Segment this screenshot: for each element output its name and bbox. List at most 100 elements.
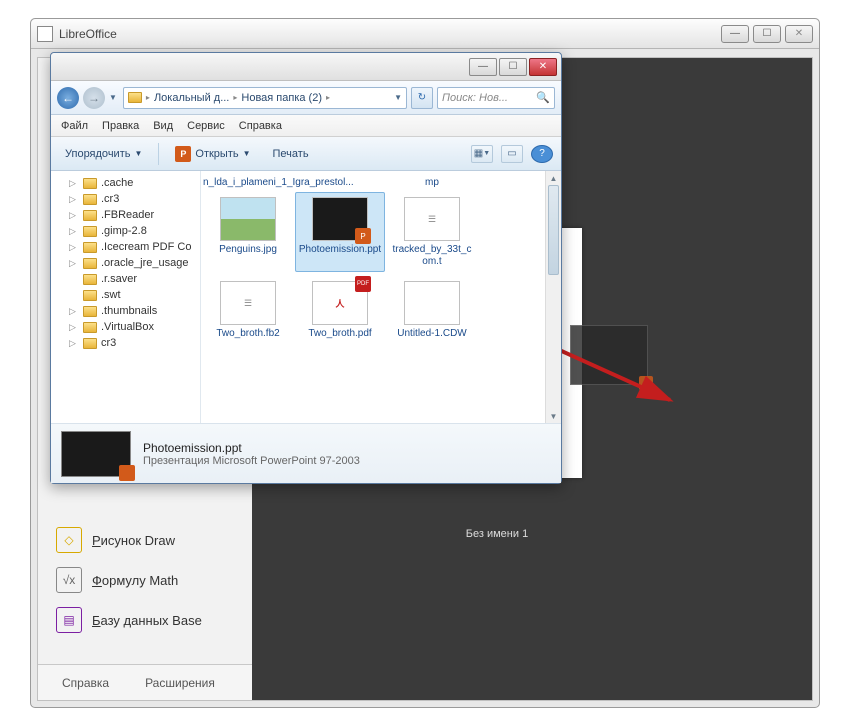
scrollbar-thumb[interactable] (548, 185, 559, 275)
help-link[interactable]: Справка (62, 676, 109, 690)
explorer-close-button[interactable]: ✕ (529, 58, 557, 76)
tree-item[interactable]: ▷.Icecream PDF Co (51, 239, 200, 255)
drag-ghost-preview (570, 325, 648, 385)
draw-icon: ◇ (56, 527, 82, 553)
address-dropdown[interactable]: ▼ (394, 93, 402, 102)
math-icon: √x (56, 567, 82, 593)
tree-item[interactable]: ▷.FBReader (51, 207, 200, 223)
libreoffice-titlebar[interactable]: LibreOffice — ☐ ✕ (31, 19, 819, 49)
nav-back-button[interactable]: ← (57, 87, 79, 109)
tree-item[interactable]: .swt (51, 287, 200, 303)
file-item[interactable]: ☰ Two_broth.fb2 (203, 276, 293, 345)
tree-item[interactable]: ▷.oracle_jre_usage (51, 255, 200, 271)
text-thumb-icon: ☰ (220, 281, 276, 325)
details-filetype: Презентация Microsoft PowerPoint 97-2003 (143, 455, 360, 467)
search-box[interactable]: Поиск: Нов... 🔍 (437, 87, 555, 109)
tree-item[interactable]: ▷.gimp-2.8 (51, 223, 200, 239)
folder-icon (83, 338, 97, 349)
expand-icon[interactable]: ▷ (69, 338, 79, 349)
open-button[interactable]: P Открыть▼ (169, 143, 256, 165)
expand-icon[interactable]: ▷ (69, 210, 79, 221)
file-item[interactable]: Untitled-1.CDW (387, 276, 477, 345)
lo-close-button[interactable]: ✕ (785, 25, 813, 43)
lo-minimize-button[interactable]: — (721, 25, 749, 43)
tree-item[interactable]: ▷.cr3 (51, 191, 200, 207)
refresh-button[interactable]: ↻ (411, 87, 433, 109)
toolbar-separator (158, 143, 159, 165)
organize-button[interactable]: Упорядочить▼ (59, 145, 148, 163)
details-thumbnail (61, 431, 131, 477)
explorer-nav: ← → ▼ ▸ Локальный д... ▸ Новая папка (2)… (51, 81, 561, 115)
expand-icon[interactable]: ▷ (69, 178, 79, 189)
explorer-menu-bar: Файл Правка Вид Сервис Справка (51, 115, 561, 137)
breadcrumb-seg[interactable]: Новая папка (2) (241, 92, 322, 104)
menu-edit[interactable]: Правка (102, 120, 139, 132)
expand-icon[interactable]: ▷ (69, 194, 79, 205)
libreoffice-title: LibreOffice (59, 27, 721, 41)
scroll-up-arrow[interactable]: ▲ (546, 171, 561, 185)
chevron-down-icon: ▼ (243, 149, 251, 158)
file-name-partial[interactable]: mp (387, 177, 477, 188)
explorer-minimize-button[interactable]: — (469, 58, 497, 76)
lo-maximize-button[interactable]: ☐ (753, 25, 781, 43)
tree-item[interactable]: ▷.VirtualBox (51, 319, 200, 335)
chevron-down-icon: ▼ (134, 149, 142, 158)
start-item-base[interactable]: ▤ Базу данных Base (56, 600, 246, 640)
folder-tree[interactable]: ▷.cache ▷.cr3 ▷.FBReader ▷.gimp-2.8 ▷.Ic… (51, 171, 201, 423)
expand-icon[interactable]: ▷ (69, 242, 79, 253)
tree-item[interactable]: ▷cr3 (51, 335, 200, 351)
file-name-partial[interactable]: n_lda_i_plameni_1_Igra_prestol... (203, 177, 293, 188)
expand-icon[interactable]: ▷ (69, 226, 79, 237)
details-pane: Photoemission.ppt Презентация Microsoft … (51, 423, 561, 483)
view-options-button[interactable]: ▦ ▼ (471, 145, 493, 163)
menu-service[interactable]: Сервис (187, 120, 225, 132)
breadcrumb-sep: ▸ (233, 93, 237, 102)
expand-icon[interactable]: ▷ (69, 258, 79, 269)
print-button[interactable]: Печать (267, 145, 315, 163)
file-item-selected[interactable]: P Photoemission.ppt (295, 192, 385, 272)
folder-icon (83, 274, 97, 285)
expand-icon[interactable]: ▷ (69, 322, 79, 333)
tree-item[interactable]: .r.saver (51, 271, 200, 287)
recent-doc-label: Без имени 1 (412, 528, 582, 540)
file-item[interactable]: Penguins.jpg (203, 192, 293, 272)
start-item-label: Рисунок Draw (92, 533, 175, 548)
help-button[interactable]: ? (531, 145, 553, 163)
folder-icon (83, 210, 97, 221)
preview-pane-button[interactable]: ▭ (501, 145, 523, 163)
start-item-draw[interactable]: ◇ Рисунок Draw (56, 520, 246, 560)
menu-view[interactable]: Вид (153, 120, 173, 132)
folder-icon (83, 322, 97, 333)
breadcrumb-sep: ▸ (146, 93, 150, 102)
file-list[interactable]: n_lda_i_plameni_1_Igra_prestol... mp Pen… (201, 171, 545, 423)
start-item-math[interactable]: √x Формулу Math (56, 560, 246, 600)
powerpoint-badge-icon: P (355, 228, 371, 244)
file-thumb-icon (404, 281, 460, 325)
menu-file[interactable]: Файл (61, 120, 88, 132)
libreoffice-bottom-links: Справка Расширения (38, 664, 263, 700)
vertical-scrollbar[interactable]: ▲ ▼ (545, 171, 561, 423)
explorer-body: ▷.cache ▷.cr3 ▷.FBReader ▷.gimp-2.8 ▷.Ic… (51, 171, 561, 423)
folder-icon (83, 226, 97, 237)
file-item[interactable]: ☰ tracked_by_33t_com.t (387, 192, 477, 272)
breadcrumb-seg[interactable]: Локальный д... (154, 92, 229, 104)
folder-icon (83, 258, 97, 269)
nav-history-dropdown[interactable]: ▼ (109, 93, 117, 102)
address-bar[interactable]: ▸ Локальный д... ▸ Новая папка (2) ▸ ▼ (123, 87, 407, 109)
folder-icon (83, 306, 97, 317)
start-item-label: Базу данных Base (92, 613, 202, 628)
menu-help[interactable]: Справка (239, 120, 282, 132)
tree-item[interactable]: ▷.cache (51, 175, 200, 191)
expand-icon[interactable]: ▷ (69, 306, 79, 317)
scroll-down-arrow[interactable]: ▼ (546, 409, 561, 423)
explorer-toolbar: Упорядочить▼ P Открыть▼ Печать ▦ ▼ ▭ ? (51, 137, 561, 171)
tree-item[interactable]: ▷.thumbnails (51, 303, 200, 319)
nav-forward-button[interactable]: → (83, 87, 105, 109)
folder-icon (83, 194, 97, 205)
explorer-maximize-button[interactable]: ☐ (499, 58, 527, 76)
image-thumb-icon (220, 197, 276, 241)
file-item[interactable]: 人PDF Two_broth.pdf (295, 276, 385, 345)
search-placeholder: Поиск: Нов... (442, 92, 508, 104)
extensions-link[interactable]: Расширения (145, 676, 215, 690)
explorer-titlebar[interactable]: — ☐ ✕ (51, 53, 561, 81)
